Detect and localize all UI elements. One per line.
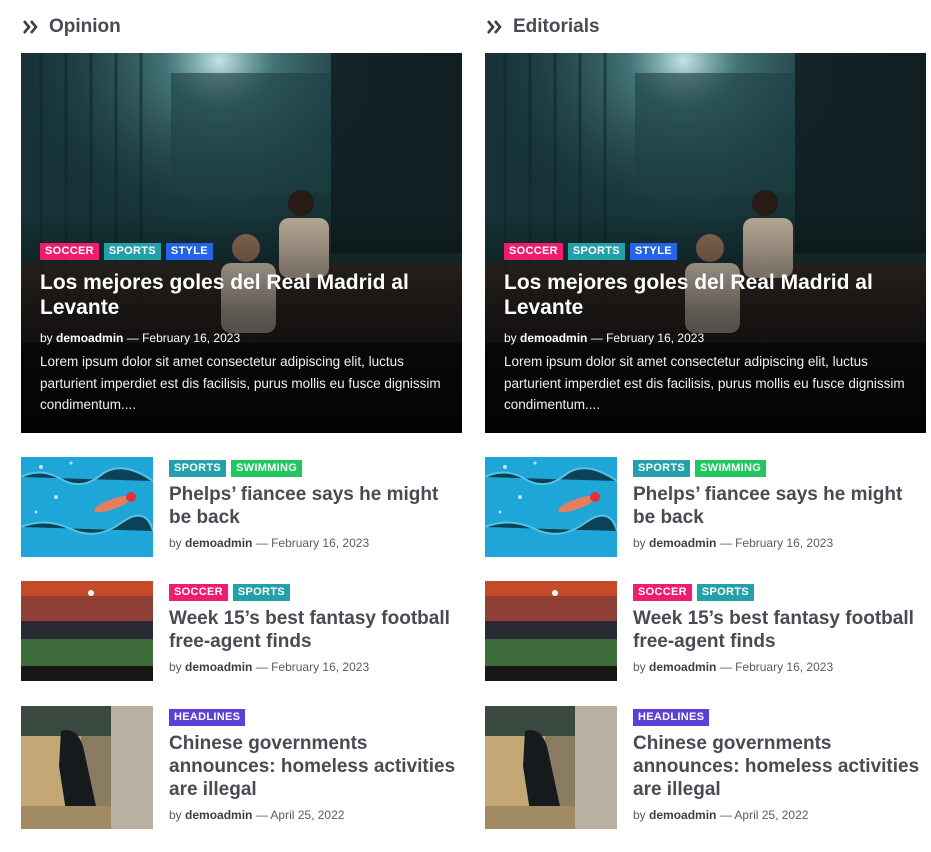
- meta-dash: —: [126, 331, 139, 345]
- category-tag-headlines[interactable]: HEADLINES: [169, 709, 246, 726]
- by-label: by: [633, 536, 646, 550]
- hero-title-link[interactable]: Los mejores goles del Real Madrid al Lev…: [504, 270, 907, 320]
- category-tag-headlines[interactable]: HEADLINES: [633, 709, 710, 726]
- post-date: February 16, 2023: [271, 660, 370, 674]
- post-date: April 25, 2022: [734, 808, 809, 822]
- article-title-link[interactable]: Phelps’ fiancee says he might be back: [169, 483, 462, 529]
- category-tag-swimming[interactable]: SWIMMING: [231, 460, 303, 477]
- meta-dash: —: [719, 536, 732, 550]
- meta-dash: —: [590, 331, 603, 345]
- post-date: February 16, 2023: [735, 536, 834, 550]
- by-label: by: [504, 331, 517, 345]
- post-date: February 16, 2023: [606, 331, 705, 345]
- article-title-link[interactable]: Chinese governments announces: homeless …: [633, 732, 926, 801]
- list-item: HEADLINES Chinese governments announces:…: [21, 706, 462, 829]
- category-tag-sports[interactable]: SPORTS: [103, 243, 161, 260]
- thumbnail-swimmer[interactable]: [485, 457, 617, 557]
- post-date: February 16, 2023: [735, 660, 834, 674]
- post-meta: by demoadmin — February 16, 2023: [633, 660, 926, 674]
- by-label: by: [40, 331, 53, 345]
- by-label: by: [633, 808, 646, 822]
- post-meta: by demoadmin — February 16, 2023: [169, 536, 462, 550]
- category-tag-soccer[interactable]: SOCCER: [40, 243, 99, 260]
- thumbnail-stadium[interactable]: [485, 581, 617, 681]
- section-title[interactable]: Editorials: [513, 16, 600, 38]
- thumbnail-homeless[interactable]: [485, 706, 617, 829]
- meta-dash: —: [719, 660, 732, 674]
- category-tag-sports[interactable]: SPORTS: [232, 584, 290, 601]
- double-chevron-right-icon: [487, 19, 502, 34]
- category-tag-style[interactable]: STYLE: [165, 243, 213, 260]
- post-date: February 16, 2023: [271, 536, 370, 550]
- post-meta: by demoadmin — April 25, 2022: [633, 808, 926, 822]
- list-item: HEADLINES Chinese governments announces:…: [485, 706, 926, 829]
- section-title[interactable]: Opinion: [49, 16, 121, 38]
- list-item: SPORTS SWIMMING Phelps’ fiancee says he …: [21, 457, 462, 557]
- author-link[interactable]: demoadmin: [56, 331, 123, 345]
- post-date: April 25, 2022: [270, 808, 345, 822]
- post-meta: by demoadmin — February 16, 2023: [504, 331, 907, 345]
- thumbnail-swimmer[interactable]: [21, 457, 153, 557]
- by-label: by: [169, 808, 182, 822]
- post-meta: by demoadmin — February 16, 2023: [40, 331, 443, 345]
- double-chevron-right-icon: [23, 19, 38, 34]
- hero-excerpt: Lorem ipsum dolor sit amet consectetur a…: [504, 354, 905, 412]
- meta-dash: —: [719, 808, 732, 822]
- article-title-link[interactable]: Week 15’s best fantasy football free-age…: [169, 607, 462, 653]
- section-editorials: Editorials SOCCER SPORTS STYLE Los mejor…: [485, 0, 926, 829]
- author-link[interactable]: demoadmin: [520, 331, 587, 345]
- hero-excerpt: Lorem ipsum dolor sit amet consectetur a…: [40, 354, 441, 412]
- thumbnail-stadium[interactable]: [21, 581, 153, 681]
- meta-dash: —: [255, 660, 268, 674]
- author-link[interactable]: demoadmin: [649, 808, 716, 822]
- category-tag-swimming[interactable]: SWIMMING: [695, 460, 767, 477]
- author-link[interactable]: demoadmin: [185, 660, 252, 674]
- article-title-link[interactable]: Phelps’ fiancee says he might be back: [633, 483, 926, 529]
- category-tag-soccer[interactable]: SOCCER: [504, 243, 563, 260]
- article-title-link[interactable]: Chinese governments announces: homeless …: [169, 732, 462, 801]
- category-tag-style[interactable]: STYLE: [629, 243, 677, 260]
- category-tag-sports[interactable]: SPORTS: [169, 460, 227, 477]
- category-tag-soccer[interactable]: SOCCER: [633, 584, 692, 601]
- author-link[interactable]: demoadmin: [185, 808, 252, 822]
- post-meta: by demoadmin — February 16, 2023: [169, 660, 462, 674]
- article-title-link[interactable]: Week 15’s best fantasy football free-age…: [633, 607, 926, 653]
- section-header: Opinion: [21, 0, 462, 53]
- list-item: SPORTS SWIMMING Phelps’ fiancee says he …: [485, 457, 926, 557]
- by-label: by: [169, 536, 182, 550]
- category-tag-soccer[interactable]: SOCCER: [169, 584, 228, 601]
- post-meta: by demoadmin — April 25, 2022: [169, 808, 462, 822]
- meta-dash: —: [255, 808, 268, 822]
- thumbnail-homeless[interactable]: [21, 706, 153, 829]
- list-item: SOCCER SPORTS Week 15’s best fantasy foo…: [21, 581, 462, 681]
- author-link[interactable]: demoadmin: [649, 660, 716, 674]
- hero-title-link[interactable]: Los mejores goles del Real Madrid al Lev…: [40, 270, 443, 320]
- author-link[interactable]: demoadmin: [185, 536, 252, 550]
- hero-article[interactable]: SOCCER SPORTS STYLE Los mejores goles de…: [21, 53, 462, 433]
- category-tag-sports[interactable]: SPORTS: [696, 584, 754, 601]
- category-tag-sports[interactable]: SPORTS: [567, 243, 625, 260]
- by-label: by: [169, 660, 182, 674]
- post-meta: by demoadmin — February 16, 2023: [633, 536, 926, 550]
- section-header: Editorials: [485, 0, 926, 53]
- author-link[interactable]: demoadmin: [649, 536, 716, 550]
- category-tag-sports[interactable]: SPORTS: [633, 460, 691, 477]
- by-label: by: [633, 660, 646, 674]
- meta-dash: —: [255, 536, 268, 550]
- hero-article[interactable]: SOCCER SPORTS STYLE Los mejores goles de…: [485, 53, 926, 433]
- post-date: February 16, 2023: [142, 331, 241, 345]
- list-item: SOCCER SPORTS Week 15’s best fantasy foo…: [485, 581, 926, 681]
- section-opinion: Opinion SOCCER SPORTS STYLE Los mejores …: [21, 0, 462, 829]
